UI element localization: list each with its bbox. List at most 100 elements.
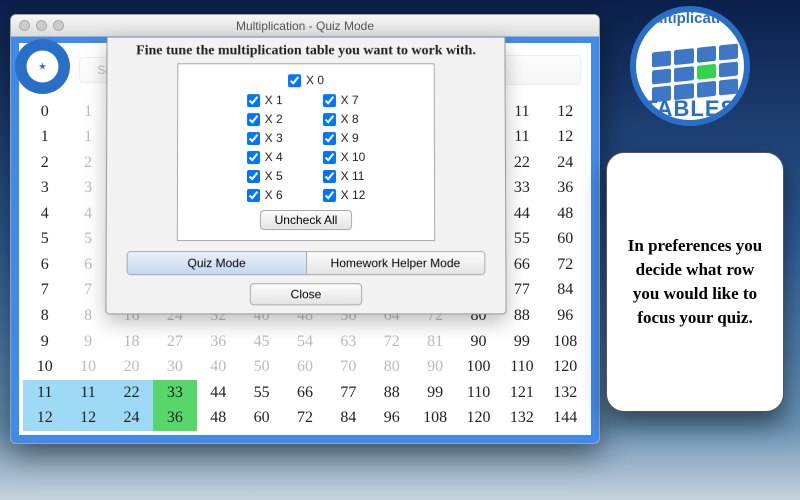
titlebar: Multiplication - Quiz Mode [11, 15, 599, 37]
mode-homework[interactable]: Homework Helper Mode [307, 252, 485, 274]
promo-logo: Multiplication TABLES [605, 6, 775, 126]
table-cell: 27 [153, 329, 196, 355]
app-window: Multiplication - Quiz Mode ★ Settings = … [10, 14, 600, 444]
table-cell: 54 [283, 329, 326, 355]
table-cell: 90 [413, 354, 456, 380]
table-cell: 5 [66, 227, 109, 253]
table-cell: 20 [110, 354, 153, 380]
minimize-window-icon[interactable] [36, 20, 47, 31]
check-x7[interactable]: X 7 [323, 93, 366, 107]
table-cell: 36 [153, 405, 196, 431]
table-cell: 12 [23, 405, 66, 431]
window-controls[interactable] [19, 20, 64, 31]
checkbox-block: X 0 X 1 X 2 X 3 X 4 X 5 X 6 X 7 X 8 X 9 … [177, 63, 435, 241]
check-x4[interactable]: X 4 [247, 150, 283, 164]
check-x3[interactable]: X 3 [247, 131, 283, 145]
table-cell: 18 [110, 329, 153, 355]
check-x12[interactable]: X 12 [323, 188, 366, 202]
table-cell: 99 [413, 380, 456, 406]
table-cell: 3 [66, 176, 109, 202]
mode-quiz[interactable]: Quiz Mode [128, 252, 307, 274]
table-cell: 24 [544, 150, 587, 176]
table-cell: 77 [500, 278, 543, 304]
table-cell: 48 [544, 201, 587, 227]
table-cell: 11 [500, 125, 543, 151]
check-x9[interactable]: X 9 [323, 131, 366, 145]
table-cell: 12 [544, 99, 587, 125]
table-cell: 24 [110, 405, 153, 431]
table-cell: 36 [197, 329, 240, 355]
table-cell: 110 [457, 380, 500, 406]
table-cell: 33 [500, 176, 543, 202]
check-x1[interactable]: X 1 [247, 93, 283, 107]
table-cell: 120 [457, 405, 500, 431]
check-x5[interactable]: X 5 [247, 169, 283, 183]
table-cell: 110 [500, 354, 543, 380]
checkbox-x0[interactable] [288, 74, 301, 87]
table-cell: 2 [23, 150, 66, 176]
table-cell: 8 [66, 303, 109, 329]
table-cell: 132 [500, 405, 543, 431]
table-cell: 108 [413, 405, 456, 431]
check-col-right: X 7 X 8 X 9 X 10 X 11 X 12 [323, 93, 366, 202]
table-cell: 11 [66, 380, 109, 406]
table-cell: 63 [327, 329, 370, 355]
uncheck-all-button[interactable]: Uncheck All [260, 210, 353, 230]
table-cell: 22 [500, 150, 543, 176]
table-cell: 9 [66, 329, 109, 355]
close-window-icon[interactable] [19, 20, 30, 31]
table-cell: 77 [327, 380, 370, 406]
logo-top-text: Multiplication [636, 10, 744, 27]
check-x10[interactable]: X 10 [323, 150, 366, 164]
table-cell: 3 [23, 176, 66, 202]
table-cell: 10 [66, 354, 109, 380]
table-cell: 60 [240, 405, 283, 431]
table-cell: 4 [66, 201, 109, 227]
promo-copy: In preferences you decide what row you w… [625, 234, 765, 329]
table-cell: 84 [544, 278, 587, 304]
table-cell: 5 [23, 227, 66, 253]
table-cell: 10 [23, 354, 66, 380]
table-cell: 6 [23, 252, 66, 278]
table-cell: 72 [544, 252, 587, 278]
check-x11[interactable]: X 11 [323, 169, 366, 183]
table-cell: 60 [283, 354, 326, 380]
mode-segmented[interactable]: Quiz Mode Homework Helper Mode [127, 251, 486, 275]
table-cell: 121 [500, 380, 543, 406]
table-cell: 84 [327, 405, 370, 431]
check-x8[interactable]: X 8 [323, 112, 366, 126]
table-cell: 11 [23, 380, 66, 406]
table-cell: 108 [544, 329, 587, 355]
table-cell: 72 [370, 329, 413, 355]
table-cell: 50 [240, 354, 283, 380]
table-cell: 12 [66, 405, 109, 431]
table-cell: 55 [240, 380, 283, 406]
check-x2[interactable]: X 2 [247, 112, 283, 126]
table-cell: 81 [413, 329, 456, 355]
table-cell: 1 [66, 99, 109, 125]
table-cell: 96 [370, 405, 413, 431]
zoom-window-icon[interactable] [53, 20, 64, 31]
table-cell: 144 [544, 405, 587, 431]
logo-grid-icon [652, 43, 738, 102]
table-cell: 44 [500, 201, 543, 227]
table-cell: 88 [500, 303, 543, 329]
table-cell: 9 [23, 329, 66, 355]
table-cell: 6 [66, 252, 109, 278]
sheet-heading: Fine tune the multiplication table you w… [107, 37, 504, 63]
table-cell: 66 [283, 380, 326, 406]
table-cell: 60 [544, 227, 587, 253]
check-x6[interactable]: X 6 [247, 188, 283, 202]
table-cell: 8 [23, 303, 66, 329]
window-title: Multiplication - Quiz Mode [236, 19, 374, 33]
check-x0[interactable]: X 0 [178, 73, 434, 87]
table-cell: 1 [23, 125, 66, 151]
settings-sheet: Fine tune the multiplication table you w… [105, 37, 506, 314]
table-cell: 90 [457, 329, 500, 355]
corner-logo: ★ [15, 39, 70, 94]
table-cell: 12 [544, 125, 587, 151]
close-sheet-button[interactable]: Close [249, 283, 362, 305]
table-cell: 0 [23, 99, 66, 125]
table-cell: 70 [327, 354, 370, 380]
table-cell: 48 [197, 405, 240, 431]
